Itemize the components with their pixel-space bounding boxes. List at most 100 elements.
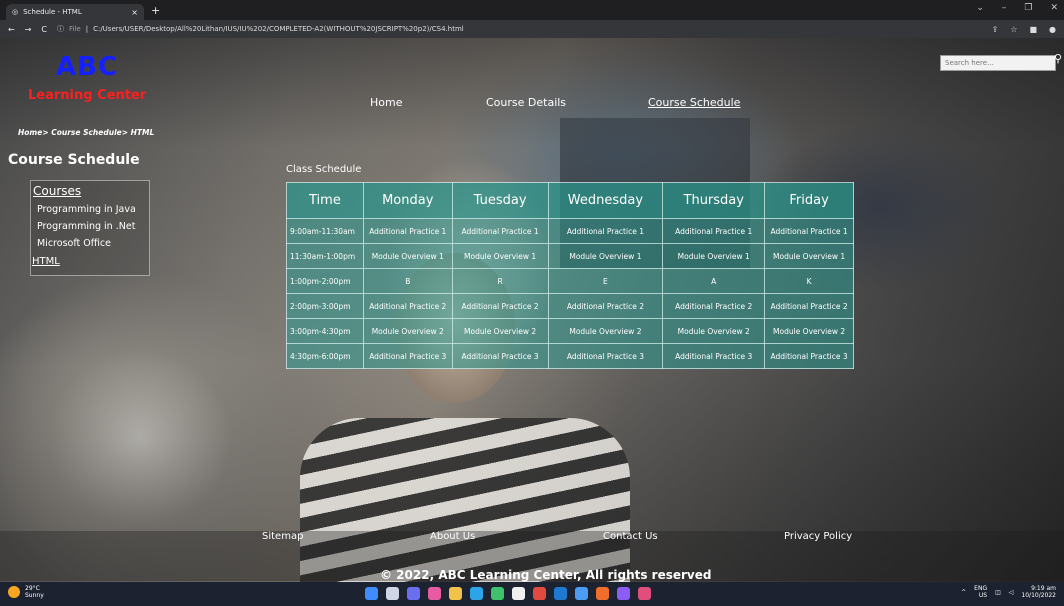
volume-icon[interactable]: ◁ [1009, 589, 1014, 596]
table-cell: Module Overview 1 [451, 243, 549, 269]
clock[interactable]: 9:19 am 10/10/2022 [1021, 585, 1056, 599]
restore-icon[interactable]: ❐ [1024, 3, 1032, 13]
address-bar: ← → C ⓘ File | C:/Users/USER/Desktop/All… [0, 20, 1064, 38]
logo[interactable]: ABC [56, 52, 118, 82]
time-cell: 9:00am-11:30am [286, 218, 364, 244]
table-cell: Module Overview 1 [662, 243, 766, 269]
star-icon[interactable]: ☆ [1010, 25, 1017, 34]
table-cell: Module Overview 2 [662, 318, 766, 344]
nav-course-details[interactable]: Course Details [486, 96, 566, 109]
table-cell: Module Overview 2 [451, 318, 549, 344]
region-code: US [978, 592, 988, 599]
app-icon[interactable] [575, 587, 588, 600]
sidebar-item-dotnet[interactable]: Programming in .Net [37, 221, 135, 232]
column-header: Monday [362, 182, 453, 219]
sidebar-courses-link[interactable]: Courses [33, 184, 81, 198]
column-header: Thursday [662, 182, 766, 219]
edge-icon[interactable] [470, 587, 483, 600]
tab-title: Schedule - HTML [23, 8, 82, 16]
sidebar-item-java[interactable]: Programming in Java [37, 204, 136, 215]
tab-search-icon[interactable]: ⌄ [976, 3, 984, 13]
table-row: 3:00pm-4:30pm Module Overview 2 Module O… [286, 318, 854, 344]
column-header: Tuesday [451, 182, 549, 219]
app-icon[interactable] [428, 587, 441, 600]
clock-time: 9:19 am [1031, 585, 1056, 592]
browser-tab[interactable]: ◎ Schedule - HTML × [6, 4, 144, 20]
profile-icon[interactable]: ● [1049, 25, 1056, 34]
sidebar-item-html[interactable]: HTML [32, 256, 60, 267]
sidebar-item-office[interactable]: Microsoft Office [37, 238, 111, 249]
reload-icon[interactable]: C [41, 25, 47, 34]
table-cell: Additional Practice 1 [662, 218, 766, 244]
weather-condition: Sunny [25, 592, 44, 599]
start-icon[interactable] [365, 587, 378, 600]
time-cell: 3:00pm-4:30pm [286, 318, 364, 344]
taskbar: 29°C Sunny ^ ENG US ◫ ◁ 9:19 am 10/10/20… [0, 582, 1064, 606]
table-cell: Additional Practice 2 [451, 293, 549, 319]
share-icon[interactable]: ⇪ [992, 25, 999, 34]
table-cell: A [662, 268, 766, 294]
search-input[interactable] [940, 55, 1056, 71]
app-icon[interactable] [512, 587, 525, 600]
nav-course-schedule[interactable]: Course Schedule [648, 96, 740, 109]
back-icon[interactable]: ← [8, 25, 15, 34]
weather-widget[interactable]: 29°C Sunny [8, 585, 44, 599]
app-icon[interactable] [596, 587, 609, 600]
table-cell: Module Overview 2 [362, 318, 453, 344]
network-icon[interactable]: ◫ [995, 589, 1001, 596]
course-sidebar: Courses Programming in Java Programming … [30, 180, 150, 276]
new-tab-icon[interactable]: + [151, 4, 160, 17]
nav-home[interactable]: Home [370, 96, 402, 109]
schedule-table: Time Monday Tuesday Wednesday Thursday F… [286, 182, 854, 369]
table-cell: Additional Practice 2 [547, 293, 664, 319]
weather-temp: 29°C [25, 585, 40, 592]
url-text: C:/Users/USER/Desktop/All%20Lithan/IUS/I… [93, 25, 464, 33]
table-row: 11:30am-1:00pm Module Overview 1 Module … [286, 243, 854, 269]
table-cell: R [451, 268, 549, 294]
table-cell: Module Overview 1 [362, 243, 453, 269]
url-field[interactable]: ⓘ File | C:/Users/USER/Desktop/All%20Lit… [57, 24, 464, 34]
app-icon[interactable] [554, 587, 567, 600]
table-caption: Class Schedule [286, 164, 362, 175]
taskbar-search-icon[interactable] [386, 587, 399, 600]
file-explorer-icon[interactable] [449, 587, 462, 600]
footer-link-contact[interactable]: Contact Us [603, 531, 658, 542]
table-header-row: Time Monday Tuesday Wednesday Thursday F… [286, 182, 854, 219]
minimize-icon[interactable]: – [1002, 3, 1007, 13]
sidebar-icon[interactable]: ■ [1029, 25, 1037, 34]
table-row: 4:30pm-6:00pm Additional Practice 3 Addi… [286, 343, 854, 369]
footer-link-sitemap[interactable]: Sitemap [262, 531, 303, 542]
table-cell: Additional Practice 3 [764, 343, 854, 369]
url-divider: | [85, 25, 89, 33]
table-cell: Additional Practice 2 [662, 293, 766, 319]
app-icon[interactable] [638, 587, 651, 600]
footer-link-about[interactable]: About Us [430, 531, 475, 542]
globe-icon: ◎ [12, 8, 19, 16]
table-cell: Additional Practice 3 [547, 343, 664, 369]
footer-link-privacy[interactable]: Privacy Policy [784, 531, 852, 542]
table-cell: E [547, 268, 664, 294]
app-icon[interactable] [617, 587, 630, 600]
table-cell: Additional Practice 3 [451, 343, 549, 369]
app-icon[interactable] [491, 587, 504, 600]
window-controls: ⌄ – ❐ ✕ [976, 3, 1058, 13]
tray-chevron-icon[interactable]: ^ [961, 589, 966, 596]
chrome-icon[interactable] [533, 587, 546, 600]
time-cell: 2:00pm-3:00pm [286, 293, 364, 319]
table-cell: Module Overview 2 [764, 318, 854, 344]
close-window-icon[interactable]: ✕ [1050, 3, 1058, 13]
system-tray: ^ ENG US ◫ ◁ 9:19 am 10/10/2022 [961, 585, 1056, 599]
browser-tab-bar: ◎ Schedule - HTML × + ⌄ – ❐ ✕ [0, 0, 1064, 20]
logo-subtitle: Learning Center [28, 88, 147, 103]
table-cell: Additional Practice 2 [764, 293, 854, 319]
tab-close-icon[interactable]: × [131, 8, 138, 17]
page-viewport: ABC Learning Center ⚲ Home Course Detail… [0, 38, 1064, 582]
url-scheme: File [69, 25, 81, 33]
copyright-text: © 2022, ABC Learning Center, All rights … [380, 568, 712, 582]
task-view-icon[interactable] [407, 587, 420, 600]
time-cell: 1:00pm-2:00pm [286, 268, 364, 294]
forward-icon[interactable]: → [25, 25, 32, 34]
breadcrumb: Home> Course Schedule> HTML [18, 128, 155, 137]
language-indicator[interactable]: ENG US [974, 585, 987, 599]
search-icon[interactable]: ⚲ [1054, 52, 1062, 65]
